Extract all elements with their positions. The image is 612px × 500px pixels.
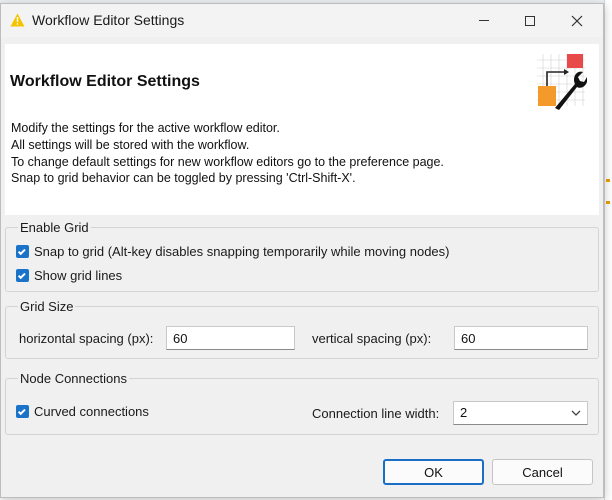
background-marker: [606, 179, 610, 182]
node-connections-label: Node Connections: [18, 371, 129, 386]
show-grid-lines-checkbox[interactable]: Show grid lines: [16, 268, 122, 283]
background-right-edge: [604, 0, 612, 500]
maximize-icon: [525, 15, 535, 26]
description-line: Modify the settings for the active workf…: [11, 121, 280, 135]
header-banner: Workflow Editor Settings Modify the sett…: [5, 44, 599, 215]
vertical-spacing-input[interactable]: [454, 326, 588, 350]
close-button[interactable]: [554, 4, 600, 37]
checkbox-checked-icon: [16, 269, 29, 282]
maximize-button[interactable]: [507, 4, 553, 37]
enable-grid-label: Enable Grid: [18, 220, 91, 235]
connection-line-width-select[interactable]: 2: [453, 401, 588, 425]
window-title: Workflow Editor Settings: [32, 12, 185, 28]
banner-title: Workflow Editor Settings: [10, 73, 200, 90]
grid-size-label: Grid Size: [18, 299, 76, 314]
banner-description: Modify the settings for the active workf…: [11, 120, 531, 187]
snap-to-grid-checkbox[interactable]: Snap to grid (Alt-key disables snapping …: [16, 244, 450, 259]
background-marker: [606, 201, 610, 204]
connection-line-width-value: 2: [460, 405, 468, 420]
settings-dialog: Workflow Editor Settings Workflow Editor…: [0, 3, 604, 498]
workflow-settings-icon: [537, 54, 587, 110]
checkbox-checked-icon: [16, 405, 29, 418]
ok-button[interactable]: OK: [383, 459, 484, 485]
chevron-down-icon: [571, 410, 581, 416]
minimize-button[interactable]: [461, 4, 507, 37]
node-connections-group: Node Connections Curved connections Conn…: [5, 371, 599, 435]
description-line: To change default settings for new workf…: [11, 154, 444, 169]
vertical-spacing-label: vertical spacing (px):: [312, 331, 432, 346]
horizontal-spacing-label: horizontal spacing (px):: [19, 331, 154, 346]
cancel-button[interactable]: Cancel: [492, 459, 593, 485]
title-bar[interactable]: Workflow Editor Settings: [1, 4, 603, 37]
enable-grid-group: Enable Grid Snap to grid (Alt-key disabl…: [5, 220, 599, 292]
grid-size-group: Grid Size horizontal spacing (px): verti…: [5, 299, 599, 359]
checkbox-checked-icon: [16, 245, 29, 258]
minimize-icon: [479, 20, 489, 21]
curved-connections-label: Curved connections: [34, 404, 149, 419]
show-grid-lines-label: Show grid lines: [34, 268, 123, 283]
connection-line-width-label: Connection line width:: [312, 406, 440, 421]
curved-connections-checkbox[interactable]: Curved connections: [16, 404, 149, 419]
snap-to-grid-label: Snap to grid (Alt-key disables snapping …: [34, 244, 450, 259]
description-line: All settings will be stored with the wor…: [11, 137, 250, 152]
description-line: Snap to grid behavior can be toggled by …: [11, 171, 356, 186]
warning-triangle-icon: [10, 13, 25, 27]
close-icon: [571, 15, 583, 26]
horizontal-spacing-input[interactable]: [166, 326, 295, 350]
